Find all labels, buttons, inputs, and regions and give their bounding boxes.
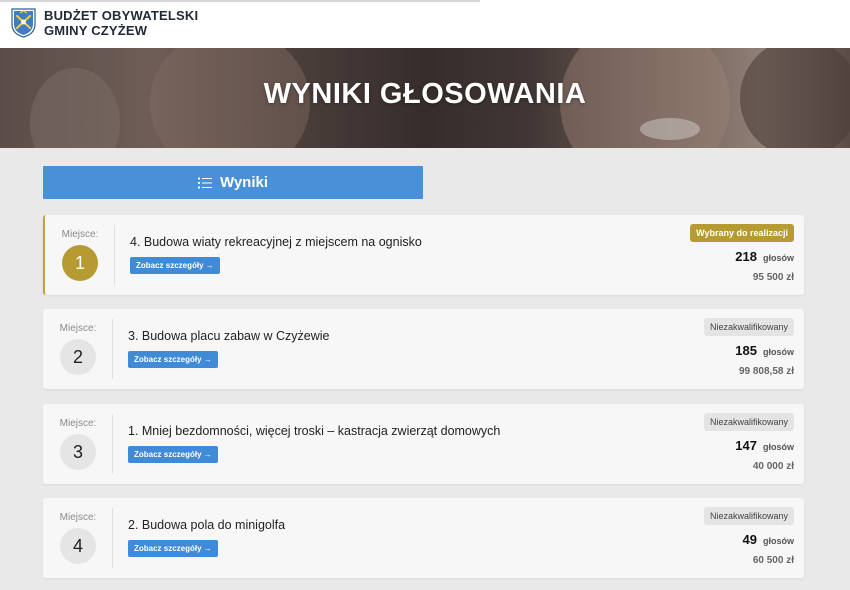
votes-unit: głosów	[763, 536, 794, 546]
place-number: 3	[60, 434, 96, 470]
vote-count: 49 głosów	[743, 532, 794, 547]
tab-results-label: Wyniki	[219, 174, 269, 191]
place-label: Miejsce:	[59, 418, 97, 429]
status-badge: Niezakwalifikowany	[703, 507, 794, 525]
site-logo-text[interactable]: BUDŻET OBYWATELSKI GMINY CZYŻEW	[44, 8, 198, 38]
project-cost: 99 808,58 zł	[738, 366, 794, 377]
project-cost: 95 500 zł	[752, 272, 794, 283]
place-number: 2	[60, 339, 96, 375]
hero-banner: WYNIKI GŁOSOWANIA	[0, 48, 850, 148]
place-column: Miejsce: 4	[43, 498, 113, 578]
tab-results[interactable]: Wyniki	[43, 166, 423, 199]
result-card: Miejsce: 3 1. Mniej bezdomności, więcej …	[43, 404, 804, 484]
votes-unit: głosów	[763, 442, 794, 452]
votes-unit: głosów	[763, 253, 794, 263]
site-header: BUDŻET OBYWATELSKI GMINY CZYŻEW	[0, 0, 850, 48]
project-cost: 60 500 zł	[752, 555, 794, 566]
place-label: Miejsce:	[59, 323, 97, 334]
votes-number: 218	[735, 249, 757, 264]
page: BUDŻET OBYWATELSKI GMINY CZYŻEW WYNIKI G…	[0, 0, 850, 590]
project-title: 4. Budowa wiaty rekreacyjnej z miejscem …	[130, 235, 422, 249]
logo-line1: BUDŻET OBYWATELSKI	[44, 8, 199, 23]
logo-line2: GMINY CZYŻEW	[44, 23, 148, 38]
divider	[112, 414, 113, 474]
crest-icon[interactable]	[11, 8, 36, 38]
project-title: 1. Mniej bezdomności, więcej troski – ka…	[128, 424, 501, 438]
vote-count: 147 głosów	[735, 438, 794, 453]
details-button[interactable]: Zobacz szczegóły →	[130, 257, 220, 274]
divider	[112, 508, 113, 568]
project-title: 3. Budowa placu zabaw w Czyżewie	[128, 329, 330, 343]
votes-number: 49	[742, 532, 757, 547]
result-card: Miejsce: 4 2. Budowa pola do minigolfa Z…	[43, 498, 804, 578]
project-title: 2. Budowa pola do minigolfa	[128, 518, 286, 532]
project-cost: 40 000 zł	[752, 461, 794, 472]
list-icon	[197, 177, 212, 188]
place-number: 1	[62, 245, 98, 281]
result-card: Miejsce: 2 3. Budowa placu zabaw w Czyże…	[43, 309, 804, 389]
place-column: Miejsce: 2	[43, 309, 113, 389]
divider	[112, 319, 113, 379]
votes-number: 147	[735, 438, 757, 453]
status-badge: Niezakwalifikowany	[703, 318, 794, 336]
header-topline	[0, 0, 480, 2]
place-label: Miejsce:	[61, 229, 99, 240]
details-button[interactable]: Zobacz szczegóły →	[128, 351, 218, 368]
divider	[114, 225, 115, 285]
votes-number: 185	[735, 343, 757, 358]
details-button[interactable]: Zobacz szczegóły →	[128, 446, 218, 463]
votes-unit: głosów	[763, 347, 794, 357]
status-badge: Niezakwalifikowany	[703, 413, 794, 431]
result-card: Miejsce: 1 4. Budowa wiaty rekreacyjnej …	[43, 215, 804, 295]
status-badge: Wybrany do realizacji	[690, 224, 794, 242]
place-label: Miejsce:	[59, 512, 97, 523]
vote-count: 218 głosów	[735, 249, 794, 264]
place-column: Miejsce: 3	[43, 404, 113, 484]
place-number: 4	[60, 528, 96, 564]
details-button[interactable]: Zobacz szczegóły →	[128, 540, 218, 557]
place-column: Miejsce: 1	[45, 215, 115, 295]
vote-count: 185 głosów	[735, 343, 794, 358]
page-title: WYNIKI GŁOSOWANIA	[263, 78, 587, 110]
